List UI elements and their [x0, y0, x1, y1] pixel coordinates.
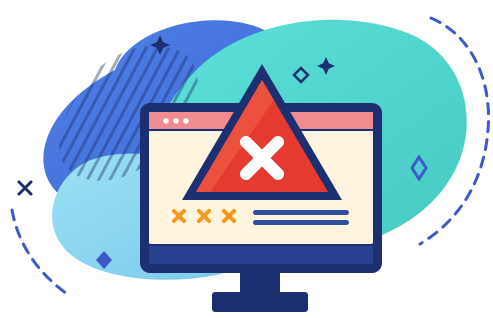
monitor-bezel-strip: [149, 246, 373, 264]
error-illustration: [0, 0, 493, 318]
window-dots-icon: [163, 118, 189, 124]
illustration-canvas: [10, 16, 491, 312]
small-x-icon: [17, 180, 33, 196]
monitor-stand-base: [212, 292, 308, 312]
